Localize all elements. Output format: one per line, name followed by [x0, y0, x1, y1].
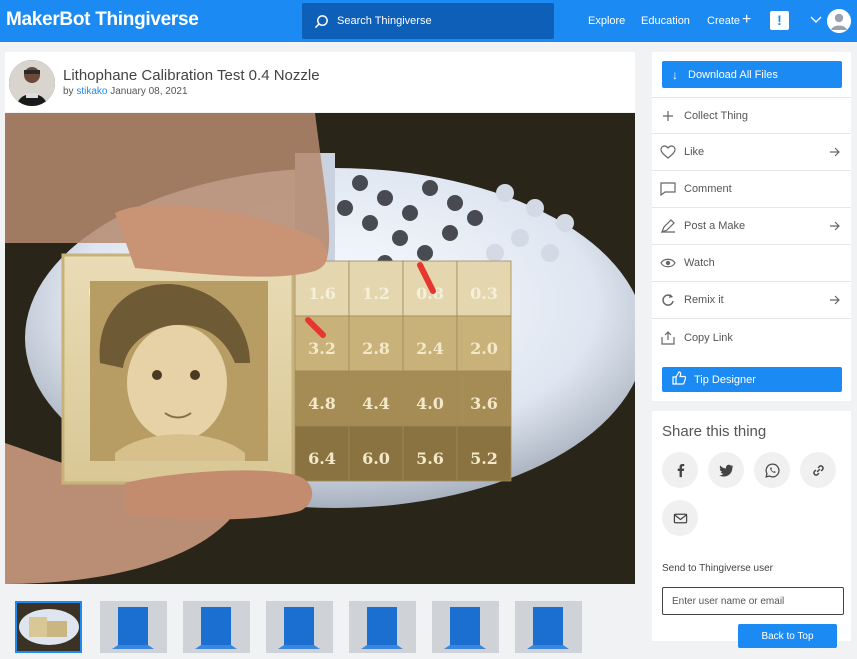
send-to-user-label: Send to Thingiverse user	[662, 563, 773, 574]
calibration-value: 5.6	[416, 449, 444, 468]
search-bar[interactable]	[302, 3, 554, 39]
plus-icon[interactable]: +	[742, 12, 751, 28]
logo-thingiverse: Thingiverse	[95, 9, 199, 30]
calibration-value: 6.0	[362, 449, 390, 468]
download-label: Download All Files	[688, 68, 778, 81]
chevron-down-icon[interactable]	[810, 15, 822, 25]
nav-create[interactable]: Create	[707, 15, 740, 27]
action-label: Post a Make	[684, 220, 746, 232]
calibration-value: 1.2	[362, 284, 390, 303]
comment-icon	[660, 181, 676, 197]
thumbnail-5[interactable]	[349, 601, 416, 653]
main-photo[interactable]: 1.6 1.2 0.8 0.3 3.2 2.8 2.4 2.0 4.8 4.4 4.0 3.6 6.4 6…	[5, 113, 635, 584]
like-button[interactable]: Like	[652, 134, 851, 171]
whatsapp-icon	[764, 463, 780, 478]
thing-header: Lithophane Calibration Test 0.4 Nozzle b…	[5, 52, 635, 112]
facebook-icon	[677, 463, 684, 477]
action-label: Like	[684, 146, 705, 158]
calibration-value: 4.8	[308, 394, 336, 413]
search-icon	[314, 14, 328, 28]
user-avatar-icon[interactable]	[827, 9, 851, 33]
calibration-grid: 1.6 1.2 0.8 0.33.2 2.8 2.4 2.04.8 4.4 4.0 3.66.4 6…	[294, 260, 512, 482]
calibration-value: 2.0	[470, 339, 498, 358]
top-navbar: MakerBotThingiverse Explore Education Cr…	[0, 0, 857, 42]
copy-link-share-button[interactable]	[800, 452, 836, 488]
action-label: Watch	[684, 257, 715, 269]
thumbnail-7[interactable]	[515, 601, 582, 653]
action-label: Comment	[684, 183, 732, 195]
calibration-value: 4.4	[362, 394, 390, 413]
twitter-icon	[718, 464, 733, 476]
email-share-button[interactable]	[662, 500, 698, 536]
thumbs-up-icon	[672, 371, 687, 388]
calibration-value: 5.2	[470, 449, 498, 468]
arrow-right-icon	[830, 147, 840, 157]
action-label: Collect Thing	[684, 109, 748, 122]
share-panel: Share this thing Send to Thingiverse use…	[652, 411, 851, 641]
thumbnail-2[interactable]	[100, 601, 167, 653]
thumbnail-6[interactable]	[432, 601, 499, 653]
back-to-top-button[interactable]: Back to Top	[738, 624, 837, 648]
heart-icon	[660, 144, 676, 160]
collect-thing-button[interactable]: Collect Thing	[652, 97, 851, 134]
copy-link-button[interactable]: Copy Link	[652, 319, 851, 356]
remix-icon	[660, 292, 676, 308]
author-link[interactable]: stikako	[76, 86, 107, 97]
facebook-share-button[interactable]	[662, 452, 698, 488]
arrow-right-icon	[830, 295, 840, 305]
action-label: Remix it	[684, 294, 724, 306]
twitter-share-button[interactable]	[708, 452, 744, 488]
download-arrow-icon: ↓	[672, 67, 678, 82]
makerbot-thingiverse-logo[interactable]: MakerBot Thingiverse	[6, 9, 199, 31]
download-all-files-button[interactable]: ↓ Download All Files	[662, 61, 842, 88]
byline-by: by	[63, 86, 74, 97]
share-icon	[660, 330, 676, 346]
calibration-value: 3.6	[470, 394, 498, 413]
remix-it-button[interactable]: Remix it	[652, 282, 851, 319]
post-a-make-button[interactable]: Post a Make	[652, 208, 851, 245]
comment-button[interactable]: Comment	[652, 171, 851, 208]
thumbnail-1[interactable]	[15, 601, 82, 653]
calibration-value: 0.3	[470, 284, 498, 303]
email-icon	[673, 513, 687, 523]
nav-explore[interactable]: Explore	[588, 15, 625, 27]
nav-education[interactable]: Education	[641, 15, 690, 27]
arrow-right-icon	[830, 221, 840, 231]
byline: by stikako January 08, 2021	[63, 86, 188, 97]
logo-makerbot: MakerBot	[6, 9, 91, 30]
eye-icon	[660, 255, 676, 271]
publish-date: January 08, 2021	[110, 86, 188, 97]
tip-designer-button[interactable]: Tip Designer	[662, 367, 842, 392]
calibration-value: 3.2	[308, 339, 336, 358]
calibration-value: 1.6	[308, 284, 336, 303]
watch-button[interactable]: Watch	[652, 245, 851, 282]
thing-title: Lithophane Calibration Test 0.4 Nozzle	[63, 67, 320, 84]
thumbnail-3[interactable]	[183, 601, 250, 653]
author-avatar[interactable]	[9, 60, 55, 106]
whatsapp-share-button[interactable]	[754, 452, 790, 488]
calibration-value: 2.4	[416, 339, 444, 358]
alert-icon[interactable]: !	[770, 11, 789, 30]
action-sidebar: ↓ Download All Files Collect Thing Like …	[652, 52, 851, 401]
calibration-value: 4.0	[416, 394, 444, 413]
tip-label: Tip Designer	[694, 373, 756, 386]
send-to-user-input[interactable]	[662, 587, 844, 615]
search-input[interactable]	[337, 15, 537, 27]
share-title: Share this thing	[662, 423, 767, 440]
calibration-value: 6.4	[308, 449, 336, 468]
thumbnail-4[interactable]	[266, 601, 333, 653]
calibration-value: 2.8	[362, 339, 390, 358]
pencil-icon	[660, 218, 676, 234]
link-icon	[812, 464, 824, 476]
action-label: Copy Link	[684, 331, 733, 344]
plus-icon	[660, 108, 676, 124]
